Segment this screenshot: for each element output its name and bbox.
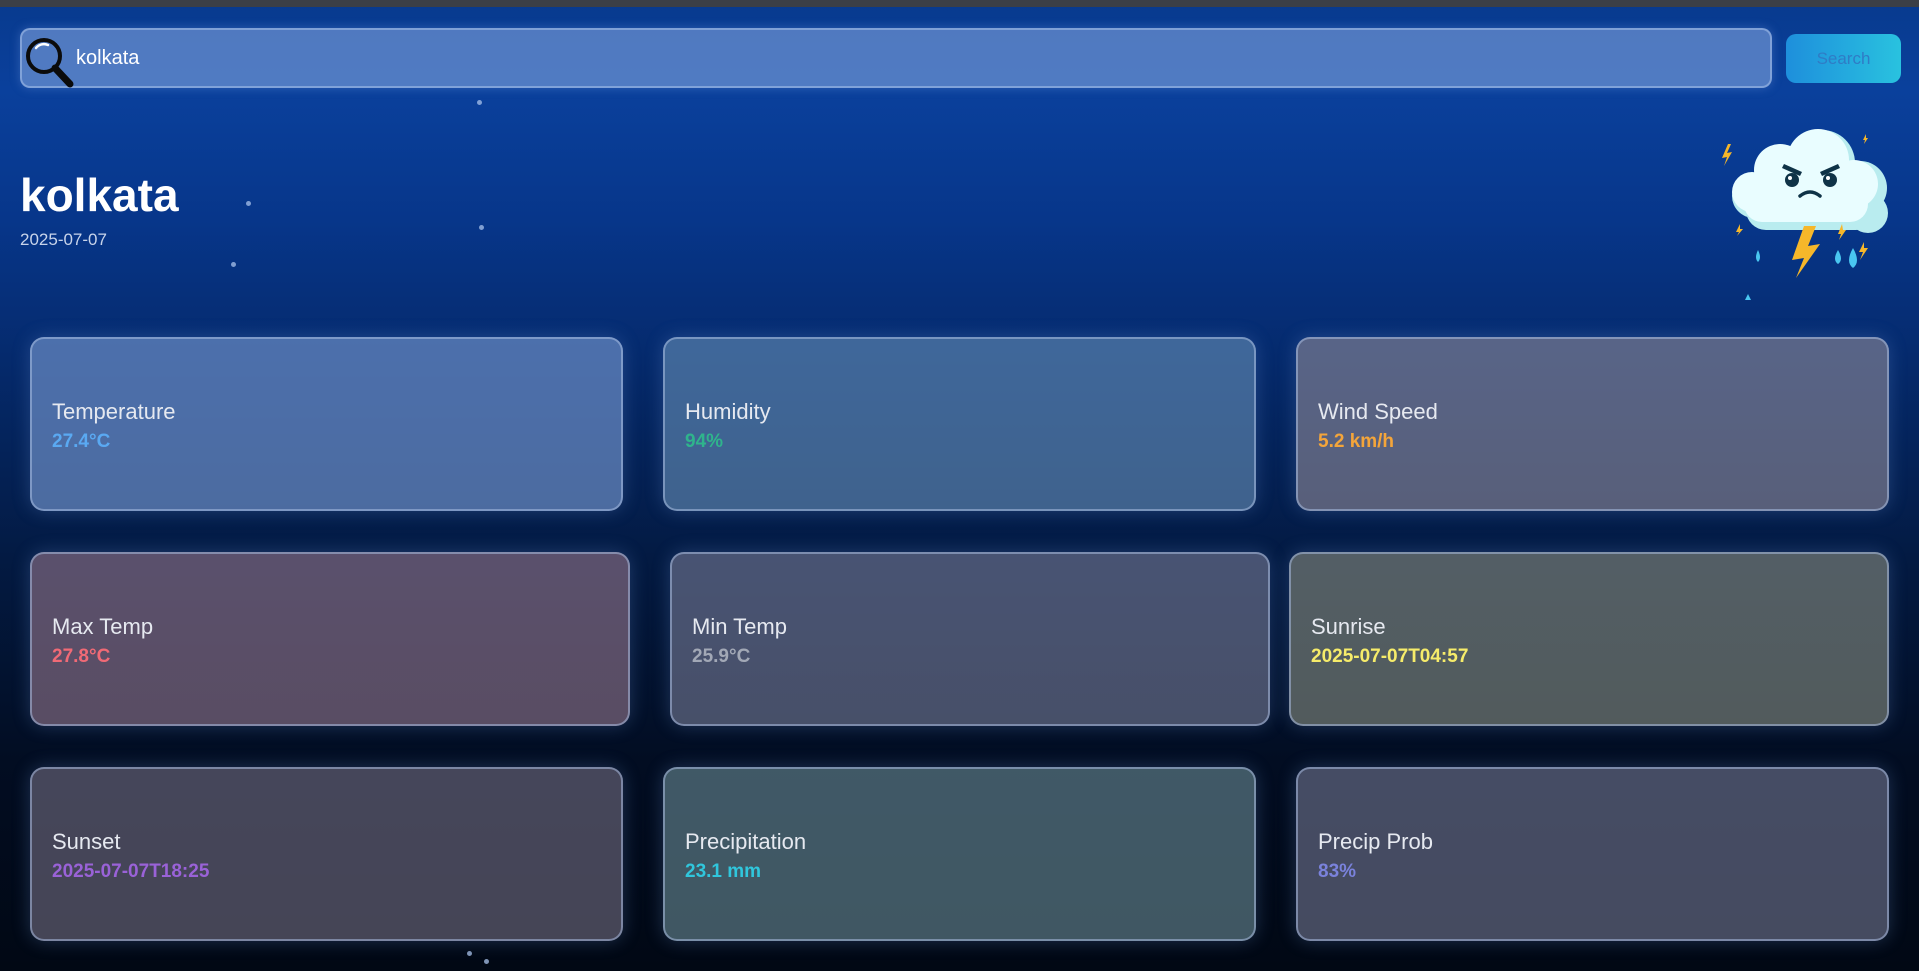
thunderstorm-cloud-icon (1718, 118, 1898, 308)
search-button[interactable]: Search (1786, 34, 1901, 83)
card-label: Humidity (685, 399, 771, 424)
card-label: Sunset (52, 829, 121, 854)
card-label: Temperature (52, 399, 176, 424)
decorative-dot (467, 951, 472, 956)
current-date: 2025-07-07 (20, 230, 107, 249)
card-value: 83% (1318, 861, 1357, 882)
stat-card-precipitation: Precipitation 23.1 mm (663, 767, 1256, 941)
card-value: 2025-07-07T04:57 (1311, 646, 1469, 667)
card-value: 94% (685, 431, 724, 452)
stat-card-temperature: Temperature 27.4°C (30, 337, 623, 511)
card-value: 25.9°C (692, 646, 751, 667)
decorative-dot (477, 100, 482, 105)
stat-card-min-temp: Min Temp 25.9°C (670, 552, 1270, 726)
search-icon[interactable] (22, 34, 76, 88)
card-label: Wind Speed (1318, 399, 1438, 424)
stat-card-precip-prob: Precip Prob 83% (1296, 767, 1889, 941)
card-label: Precip Prob (1318, 829, 1433, 854)
card-value: 27.4°C (52, 431, 111, 452)
stat-card-max-temp: Max Temp 27.8°C (30, 552, 630, 726)
decorative-dot (246, 201, 251, 206)
stat-card-humidity: Humidity 94% (663, 337, 1256, 511)
card-label: Min Temp (692, 614, 787, 639)
card-label: Max Temp (52, 614, 154, 639)
decorative-dot (231, 262, 236, 267)
card-value: 2025-07-07T18:25 (52, 861, 210, 882)
search-bar[interactable] (20, 28, 1772, 88)
top-strip (0, 0, 1919, 7)
card-value: 5.2 km/h (1318, 431, 1395, 452)
decorative-dot (484, 959, 489, 964)
stat-card-sunset: Sunset 2025-07-07T18:25 (30, 767, 623, 941)
stat-card-sunrise: Sunrise 2025-07-07T04:57 (1289, 552, 1889, 726)
decorative-dot (479, 225, 484, 230)
card-value: 23.1 mm (685, 861, 762, 882)
stat-card-wind-speed: Wind Speed 5.2 km/h (1296, 337, 1889, 511)
search-input[interactable] (76, 42, 1676, 74)
card-label: Precipitation (685, 829, 807, 854)
card-label: Sunrise (1311, 614, 1386, 639)
city-name: kolkata (20, 169, 179, 221)
card-value: 27.8°C (52, 646, 111, 667)
